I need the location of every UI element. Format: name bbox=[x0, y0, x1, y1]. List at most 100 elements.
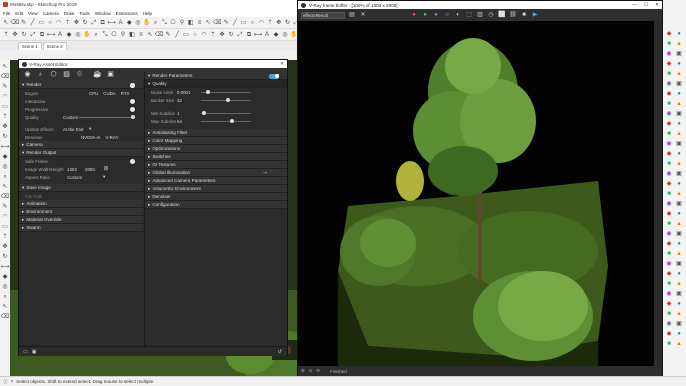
engine-option-rtx[interactable]: RTX bbox=[121, 91, 130, 96]
offset-icon[interactable]: ⧉ bbox=[38, 31, 46, 39]
menu-help[interactable]: Help bbox=[143, 11, 152, 16]
extension-tool-icon[interactable]: ● bbox=[675, 30, 683, 38]
push-pull-icon[interactable]: ⇡ bbox=[64, 19, 72, 27]
render-icon[interactable]: ☕ bbox=[93, 70, 102, 79]
paint-icon[interactable]: ◆ bbox=[1, 153, 9, 161]
eraser-icon[interactable]: ⌫ bbox=[1, 193, 9, 201]
extension-tool-icon[interactable]: ▲ bbox=[675, 100, 683, 108]
rectangle-icon[interactable]: ▭ bbox=[240, 19, 248, 27]
section-denoiser[interactable]: ▸ Denoiser bbox=[145, 73, 287, 201]
move-icon[interactable]: ✥ bbox=[218, 31, 226, 39]
extension-tool-icon[interactable]: ▣ bbox=[675, 170, 683, 178]
history-icon[interactable]: ◷ bbox=[487, 11, 495, 19]
save-image-icon[interactable]: ⬚ bbox=[465, 11, 473, 19]
menu-draw[interactable]: Draw bbox=[64, 11, 75, 16]
arrow-icon[interactable]: ↖ bbox=[1, 63, 9, 71]
section-animation[interactable]: ▸ Animation bbox=[19, 82, 143, 208]
extension-tool-icon[interactable]: ◆ bbox=[665, 30, 673, 38]
section-swarm[interactable]: ▸ Swarm bbox=[19, 82, 143, 232]
rect-icon[interactable]: ▭ bbox=[1, 103, 9, 111]
extension-tool-icon[interactable]: ● bbox=[675, 90, 683, 98]
extension-tool-icon[interactable]: ▲ bbox=[675, 70, 683, 78]
scale-icon[interactable]: ⤢ bbox=[236, 31, 244, 39]
denoiser-option-nvidia[interactable]: NVIDIA AI bbox=[81, 135, 101, 140]
extension-tool-icon[interactable]: ▲ bbox=[675, 310, 683, 318]
pencil-icon[interactable]: ✎ bbox=[222, 19, 230, 27]
extension-tool-icon[interactable]: ◆ bbox=[665, 330, 673, 338]
extension-tool-icon[interactable]: ● bbox=[675, 330, 683, 338]
extension-tool-icon[interactable]: ◆ bbox=[665, 60, 673, 68]
zoom-icon[interactable]: ⌕ bbox=[92, 31, 100, 39]
interactive-toggle[interactable] bbox=[130, 98, 135, 104]
extension-tool-icon[interactable]: ■ bbox=[665, 220, 673, 228]
text-icon[interactable]: A bbox=[56, 31, 64, 39]
section-advanced-camera[interactable]: ▸ Advanced Camera Parameters bbox=[145, 177, 287, 185]
extension-tool-icon[interactable]: ◆ bbox=[665, 90, 673, 98]
eraser-icon[interactable]: ⌫ bbox=[1, 313, 9, 321]
offset-icon[interactable]: ⧉ bbox=[99, 19, 107, 27]
extension-tool-icon[interactable]: ▣ bbox=[675, 320, 683, 328]
extension-tool-icon[interactable]: ● bbox=[675, 300, 683, 308]
push-icon[interactable]: ⇡ bbox=[1, 113, 9, 121]
region-icon[interactable]: ⬜ bbox=[498, 11, 506, 19]
extension-tool-icon[interactable]: ◉ bbox=[665, 200, 673, 208]
section-antialiasing[interactable]: ▸ Antialiasing Filter bbox=[145, 73, 287, 137]
materials-icon[interactable]: ◉ bbox=[23, 70, 32, 79]
menu-view[interactable]: View bbox=[28, 11, 38, 16]
bucket-size-field[interactable]: 32 bbox=[177, 98, 182, 103]
section-optimizations[interactable]: ▸ Optimizations bbox=[145, 145, 287, 153]
sync-icon[interactable]: ⟳ bbox=[316, 368, 320, 374]
extension-tool-icon[interactable]: ■ bbox=[665, 160, 673, 168]
arc-icon[interactable]: ◠ bbox=[1, 213, 9, 221]
extension-tool-icon[interactable]: ▣ bbox=[675, 200, 683, 208]
extension-tool-icon[interactable]: ■ bbox=[665, 340, 673, 348]
extension-tool-icon[interactable]: ● bbox=[675, 60, 683, 68]
circle-icon[interactable]: ○ bbox=[191, 31, 199, 39]
section-material-override[interactable]: ▸ Material Override bbox=[19, 82, 143, 224]
section-global-illumination[interactable]: ▸ Global Illumination ⇢ bbox=[145, 73, 287, 177]
min-subdivs-slider[interactable] bbox=[201, 111, 251, 115]
extension-tool-icon[interactable]: ■ bbox=[665, 40, 673, 48]
pencil-icon[interactable]: ✎ bbox=[164, 31, 172, 39]
lights-icon[interactable]: ♁ bbox=[36, 70, 45, 79]
extension-tool-icon[interactable]: ◉ bbox=[665, 260, 673, 268]
pan-icon[interactable]: ✋ bbox=[83, 31, 91, 39]
denoiser-toggle[interactable] bbox=[269, 73, 279, 79]
denoiser-option-vray[interactable]: V-RAY bbox=[106, 135, 119, 140]
max-subdivs-field[interactable]: 64 bbox=[177, 119, 182, 124]
extension-tool-icon[interactable]: ■ bbox=[665, 250, 673, 258]
extension-tool-icon[interactable]: ▣ bbox=[675, 110, 683, 118]
extension-tool-icon[interactable]: ◉ bbox=[665, 80, 673, 88]
paint-icon[interactable]: ◆ bbox=[125, 19, 133, 27]
tape-icon[interactable]: ⟷ bbox=[254, 31, 263, 39]
line-icon[interactable]: ╱ bbox=[173, 31, 181, 39]
extension-tool-icon[interactable]: ● bbox=[675, 180, 683, 188]
engine-option-cuda[interactable]: CUDA bbox=[103, 91, 115, 96]
safe-frame-toggle[interactable] bbox=[130, 158, 135, 164]
extension-tool-icon[interactable]: ▣ bbox=[675, 290, 683, 298]
layer-icon[interactable]: ≡ bbox=[137, 31, 145, 39]
swarm-toggle[interactable] bbox=[130, 82, 135, 88]
orbit-icon[interactable]: ◎ bbox=[1, 163, 9, 171]
push-pull-icon[interactable]: ⇡ bbox=[209, 31, 217, 39]
select-arrow-icon[interactable]: ↖ bbox=[204, 19, 212, 27]
red-channel-icon[interactable]: ● bbox=[410, 11, 418, 19]
move-icon[interactable]: ✥ bbox=[275, 19, 283, 27]
extension-tool-icon[interactable]: ● bbox=[675, 150, 683, 158]
bucket-size-slider[interactable] bbox=[201, 98, 251, 102]
zoom-icon[interactable]: ⌕ bbox=[152, 19, 160, 27]
pencil-icon[interactable]: ✎ bbox=[1, 83, 9, 91]
section-quality[interactable]: ▾ Quality bbox=[145, 80, 287, 88]
extension-tool-icon[interactable]: ▣ bbox=[675, 140, 683, 148]
arc-icon[interactable]: ◠ bbox=[1, 93, 9, 101]
menu-camera[interactable]: Camera bbox=[43, 11, 59, 16]
select-arrow-icon[interactable]: ↖ bbox=[2, 19, 10, 27]
scene-tab[interactable]: Scene 1 bbox=[18, 42, 42, 50]
extension-tool-icon[interactable]: ◉ bbox=[665, 170, 673, 178]
extension-tool-icon[interactable]: ● bbox=[675, 210, 683, 218]
section-camera[interactable]: ▸ Camera bbox=[19, 141, 143, 149]
extension-tool-icon[interactable]: ▣ bbox=[675, 80, 683, 88]
extension-tool-icon[interactable]: ▲ bbox=[675, 40, 683, 48]
maximize-icon[interactable]: ☐ bbox=[644, 2, 648, 8]
extension-tool-icon[interactable]: ◉ bbox=[665, 230, 673, 238]
